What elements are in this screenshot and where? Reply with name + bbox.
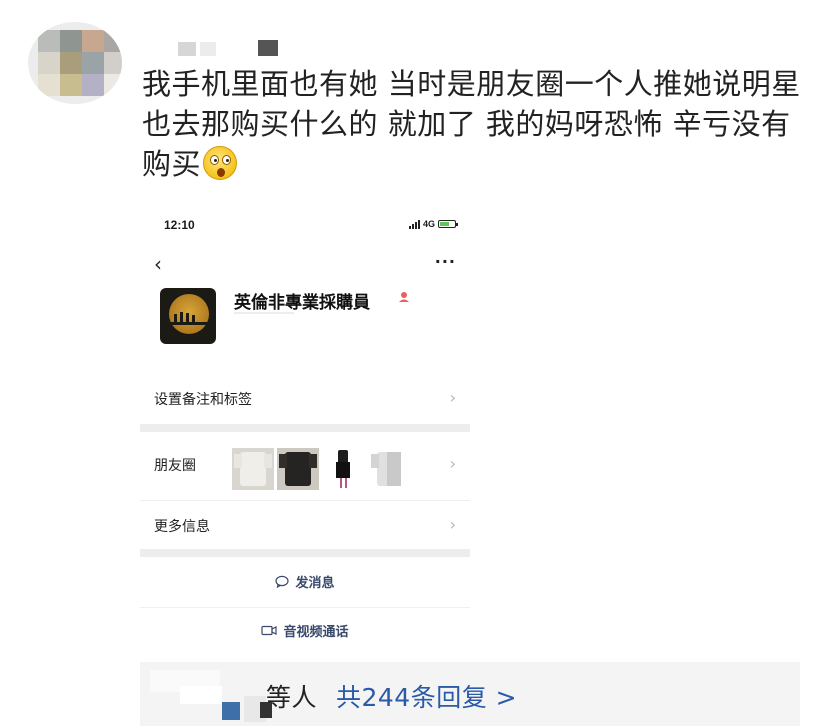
view-all-replies-link[interactable]: 共244条回复 > [336,678,517,714]
chevron-right-icon: › [449,454,456,473]
moments-label: 朋友圈 [154,458,196,474]
moment-thumbnail[interactable] [367,448,409,490]
send-message-label: 发消息 [295,575,335,591]
remark-and-tags-row[interactable]: 设置备注和标签 › [140,374,470,424]
profile-name: 英倫非專業採購員 [234,293,370,313]
network-type: 4G [422,219,435,229]
moments-row[interactable]: 朋友圈 › [140,440,470,490]
profile-avatar[interactable] [160,288,216,344]
voice-video-call-label: 音视频通话 [283,624,349,640]
replies-prefix: 等人 [266,683,318,712]
astonished-face-icon [203,146,238,180]
chevron-left-icon[interactable]: ‹ [154,252,162,276]
replier-names[interactable] [140,662,272,726]
comment-body: 我手机里面也有她 当时是朋友圈一个人推她说明星也去那购买什么的 就加了 我的妈呀… [142,67,801,181]
commenter-name[interactable] [160,40,300,58]
status-time: 12:10 [164,218,195,232]
more-info-label: 更多信息 [154,519,210,535]
chat-bubble-icon [275,575,290,588]
moments-thumbnails[interactable] [232,448,409,490]
embedded-screenshot[interactable]: 12:10 4G ‹ ··· 英倫非專業採購員 设置备注和标签 › 朋友圈 › … [140,208,470,658]
comment-text: 我手机里面也有她 当时是朋友圈一个人推她说明星也去那购买什么的 就加了 我的妈呀… [142,64,812,184]
commenter-avatar[interactable] [28,22,122,104]
chevron-right-icon: › [449,515,456,534]
chevron-right-icon: › [449,388,456,407]
moment-thumbnail[interactable] [277,448,319,490]
send-message-button[interactable]: 发消息 [140,559,470,603]
remark-label: 设置备注和标签 [154,392,252,408]
moment-thumbnail[interactable] [232,448,274,490]
moment-thumbnail[interactable] [322,448,364,490]
status-indicators: 4G [408,219,458,229]
person-badge-icon [399,292,409,302]
signal-icon [408,219,420,229]
ellipsis-icon[interactable]: ··· [435,252,456,271]
more-info-row[interactable]: 更多信息 › [140,501,470,551]
voice-video-call-button[interactable]: 音视频通话 [140,608,470,652]
battery-icon [438,220,458,228]
status-bar: 12:10 4G [140,218,470,234]
video-camera-icon [261,625,278,635]
